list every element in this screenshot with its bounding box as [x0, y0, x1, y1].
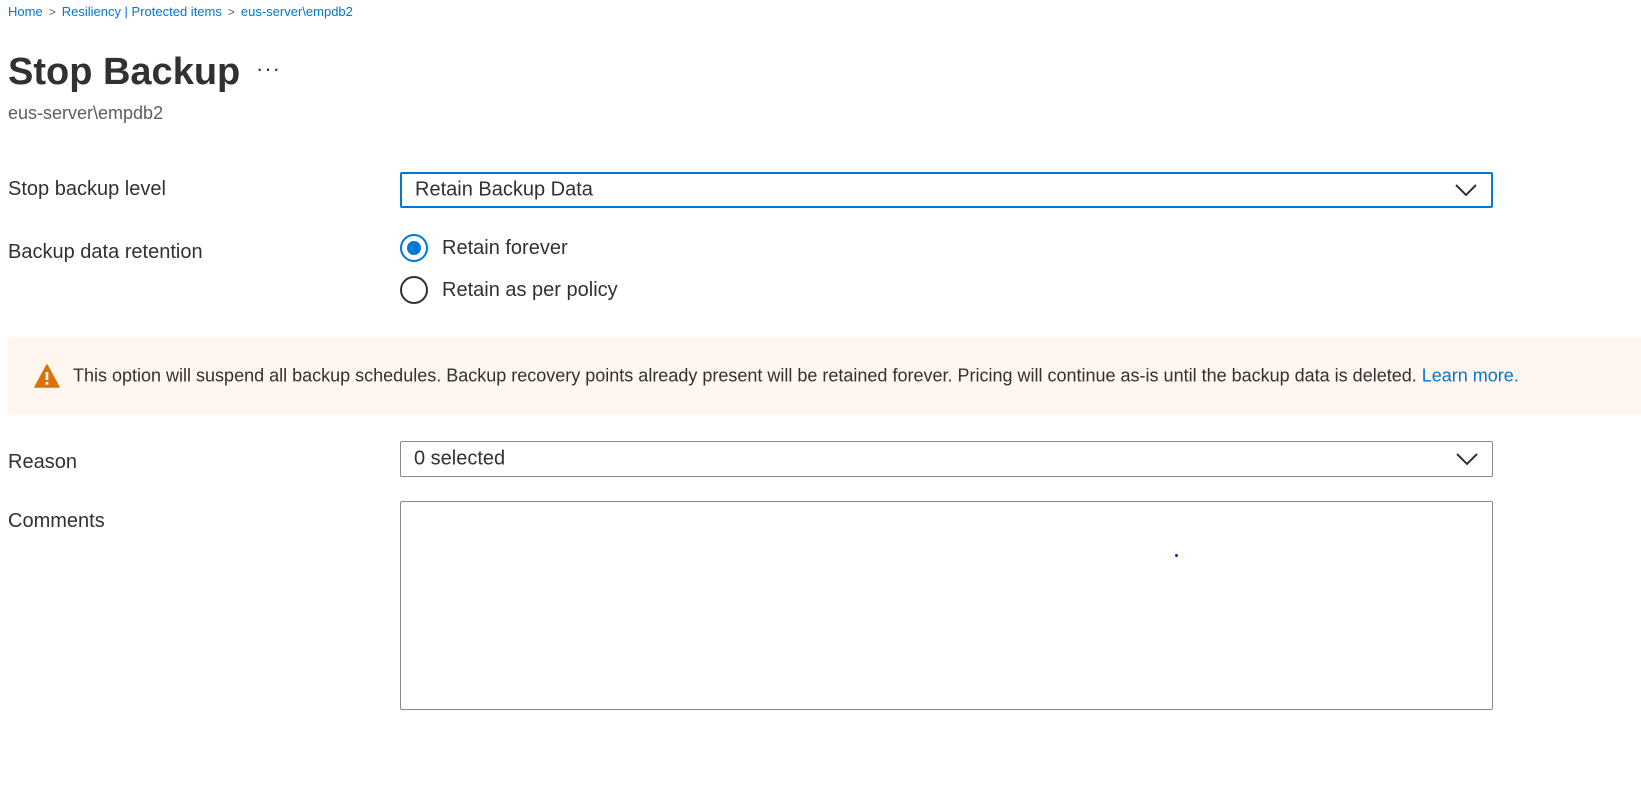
radio-retain-forever[interactable]: Retain forever [400, 234, 568, 262]
radio-retain-as-per-policy-label: Retain as per policy [442, 278, 618, 301]
learn-more-link[interactable]: Learn more. [1422, 366, 1519, 386]
breadcrumb-current-item[interactable]: eus-server\empdb2 [241, 4, 353, 19]
page-title: Stop Backup [8, 51, 241, 93]
reason-dropdown[interactable]: 0 selected [400, 441, 1493, 477]
reason-label: Reason [8, 451, 77, 473]
chevron-down-icon [1455, 184, 1477, 197]
reason-value: 0 selected [414, 447, 506, 470]
radio-button-checked[interactable] [400, 234, 428, 262]
breadcrumb-protected-items[interactable]: Resiliency | Protected items [62, 4, 222, 19]
radio-retain-forever-label: Retain forever [442, 236, 568, 259]
breadcrumb: Home > Resiliency | Protected items > eu… [8, 4, 353, 19]
stop-backup-page: Home > Resiliency | Protected items > eu… [0, 0, 1641, 793]
mouse-cursor-dot [1175, 554, 1178, 557]
more-options-button[interactable]: ··· [256, 58, 281, 80]
backup-retention-label: Backup data retention [8, 241, 203, 263]
stop-backup-level-label: Stop backup level [8, 178, 166, 200]
breadcrumb-home[interactable]: Home [8, 4, 43, 19]
chevron-down-icon [1456, 453, 1478, 466]
warning-banner: This option will suspend all backup sche… [8, 337, 1641, 415]
radio-button-unchecked[interactable] [400, 276, 428, 304]
radio-retain-as-per-policy[interactable]: Retain as per policy [400, 276, 618, 304]
warning-icon [34, 364, 60, 388]
breadcrumb-separator: > [227, 4, 235, 19]
breadcrumb-separator: > [48, 4, 56, 19]
comments-textarea[interactable] [400, 501, 1493, 710]
warning-message: This option will suspend all backup sche… [73, 366, 1519, 387]
stop-backup-level-value: Retain Backup Data [415, 178, 593, 201]
stop-backup-level-dropdown[interactable]: Retain Backup Data [400, 172, 1493, 208]
page-subtitle: eus-server\empdb2 [8, 103, 164, 123]
warning-text: This option will suspend all backup sche… [73, 365, 1417, 386]
comments-label: Comments [8, 510, 105, 532]
